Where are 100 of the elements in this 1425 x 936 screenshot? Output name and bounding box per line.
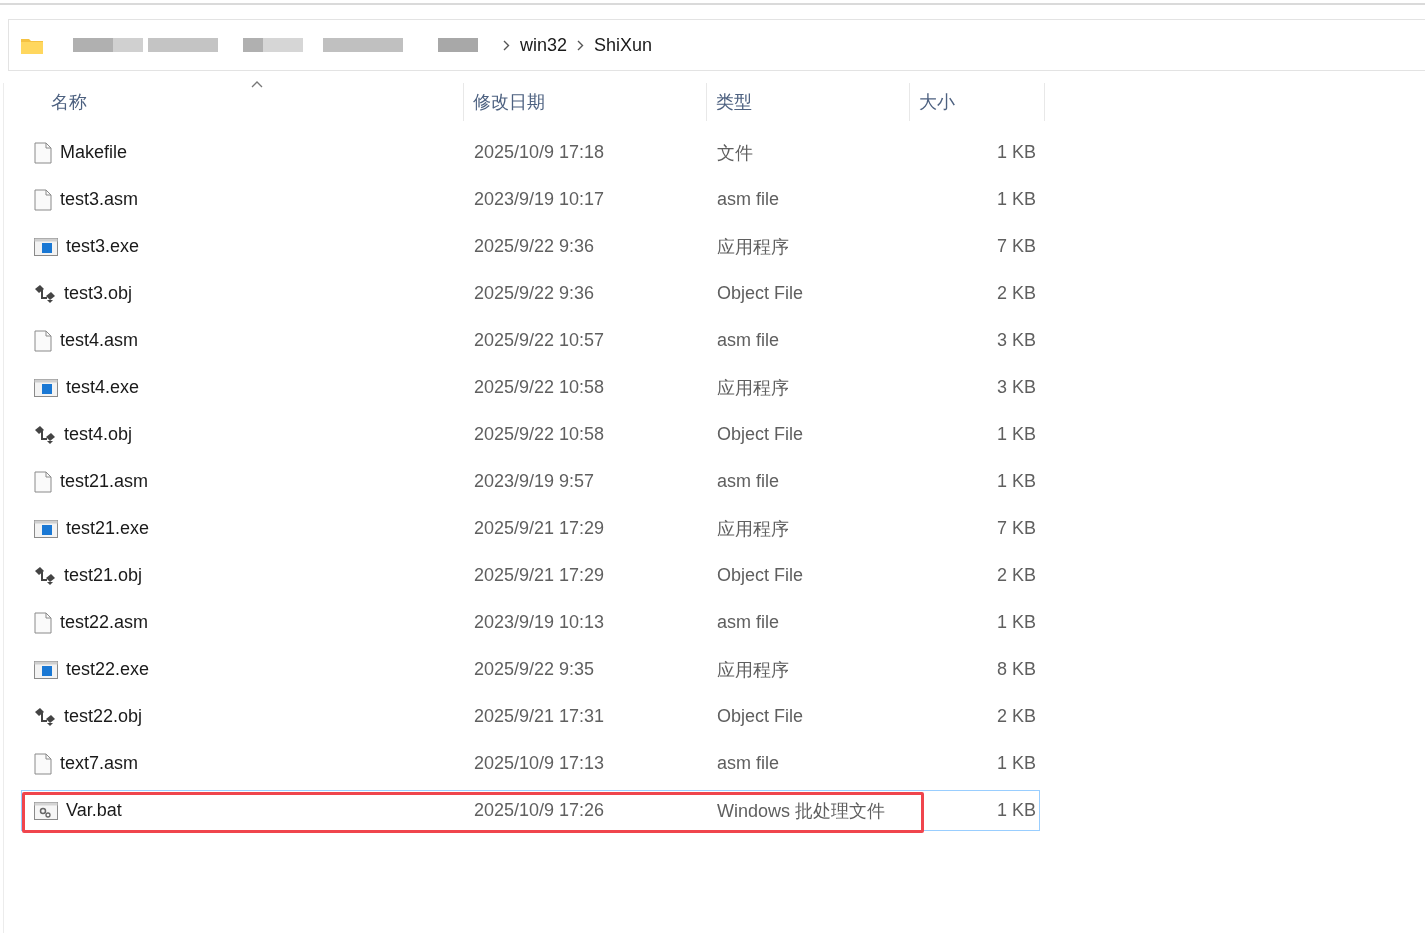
file-name: test22.obj — [64, 706, 143, 727]
file-row[interactable]: test21.obj 2025/9/21 17:29 Object File 2 KB — [21, 555, 1040, 596]
file-size: 8 KB — [995, 659, 1037, 680]
file-icon — [34, 141, 52, 164]
file-name: test4.asm — [60, 330, 139, 351]
application-window-icon — [34, 378, 58, 397]
file-row[interactable]: test22.obj 2025/9/21 17:31 Object File 2 KB — [21, 696, 1040, 737]
file-icon — [34, 470, 52, 493]
file-size: 2 KB — [995, 565, 1037, 586]
file-row[interactable]: test3.exe 2025/9/22 9:36 应用程序 7 KB — [21, 226, 1040, 267]
file-row[interactable]: test4.obj 2025/9/22 10:58 Object File 1 KB — [21, 414, 1040, 455]
file-row[interactable]: Var.bat 2025/10/9 17:26 Windows 批处理文件 1 KB — [21, 790, 1040, 831]
modified-date: 2025/9/21 17:29 — [473, 565, 606, 586]
application-window-icon — [34, 519, 58, 538]
modified-date: 2025/9/22 9:36 — [473, 236, 596, 257]
column-header[interactable]: 名称 — [21, 83, 464, 121]
file-type: asm file — [716, 471, 780, 492]
connected-nodes-icon — [34, 283, 56, 304]
modified-date: 2023/9/19 9:57 — [473, 471, 596, 492]
file-name: test4.exe — [66, 377, 140, 398]
file-icon — [34, 188, 52, 211]
file-type: asm file — [716, 330, 780, 351]
file-type: asm file — [716, 189, 780, 210]
file-type: Object File — [716, 424, 805, 445]
chevron-right-icon — [503, 39, 510, 51]
sort-caret-icon — [250, 81, 263, 88]
modified-date: 2025/10/9 17:26 — [473, 800, 606, 821]
application-window-icon — [34, 660, 58, 679]
file-size: 1 KB — [995, 612, 1037, 633]
modified-date: 2025/10/9 17:18 — [473, 142, 606, 163]
file-row[interactable]: text7.asm 2025/10/9 17:13 asm file 1 KB — [21, 743, 1040, 784]
modified-date: 2025/9/21 17:31 — [473, 706, 606, 727]
file-size: 7 KB — [995, 236, 1037, 257]
file-row[interactable]: test3.obj 2025/9/22 9:36 Object File 2 KB — [21, 273, 1040, 314]
file-type: asm file — [716, 753, 780, 774]
file-size: 1 KB — [995, 753, 1037, 774]
file-row[interactable]: Makefile 2025/10/9 17:18 文件 1 KB — [21, 132, 1040, 173]
column-header[interactable]: 修改日期 — [464, 83, 707, 121]
connected-nodes-icon — [34, 565, 56, 586]
file-type: 应用程序 — [716, 376, 790, 400]
gear-window-icon — [34, 801, 58, 820]
modified-date: 2025/9/22 10:58 — [473, 377, 606, 398]
breadcrumb-item[interactable]: ShiXun — [594, 34, 653, 56]
connected-nodes-icon — [34, 706, 56, 727]
file-type: asm file — [716, 612, 780, 633]
file-row[interactable]: test4.exe 2025/9/22 10:58 应用程序 3 KB — [21, 367, 1040, 408]
modified-date: 2023/9/19 10:13 — [473, 612, 606, 633]
file-row[interactable]: test22.asm 2023/9/19 10:13 asm file 1 KB — [21, 602, 1040, 643]
file-type: 文件 — [716, 141, 754, 165]
file-size: 1 KB — [995, 189, 1037, 210]
file-size: 3 KB — [995, 330, 1037, 351]
file-type: Object File — [716, 565, 805, 586]
modified-date: 2025/9/21 17:29 — [473, 518, 606, 539]
file-name: test22.exe — [66, 659, 150, 680]
application-window-icon — [34, 237, 58, 256]
modified-date: 2025/9/22 9:36 — [473, 283, 596, 304]
file-name: test21.obj — [64, 565, 143, 586]
file-icon — [34, 752, 52, 775]
file-name: Makefile — [60, 142, 128, 163]
file-type: 应用程序 — [716, 517, 790, 541]
file-name: test3.obj — [64, 283, 133, 304]
file-name: test3.exe — [66, 236, 140, 257]
file-name: test21.asm — [60, 471, 149, 492]
file-row[interactable]: test21.exe 2025/9/21 17:29 应用程序 7 KB — [21, 508, 1040, 549]
modified-date: 2023/9/19 10:17 — [473, 189, 606, 210]
file-type: Object File — [716, 706, 805, 727]
file-name: text7.asm — [60, 753, 139, 774]
file-row[interactable]: test3.asm 2023/9/19 10:17 asm file 1 KB — [21, 179, 1040, 220]
file-row[interactable]: test21.asm 2023/9/19 9:57 asm file 1 KB — [21, 461, 1040, 502]
file-size: 1 KB — [995, 800, 1037, 821]
file-row[interactable]: test4.asm 2025/9/22 10:57 asm file 3 KB — [21, 320, 1040, 361]
file-size: 1 KB — [995, 142, 1037, 163]
file-size: 2 KB — [995, 283, 1037, 304]
file-size: 7 KB — [995, 518, 1037, 539]
file-type: 应用程序 — [716, 235, 790, 259]
file-type: Object File — [716, 283, 805, 304]
modified-date: 2025/9/22 10:57 — [473, 330, 606, 351]
modified-date: 2025/9/22 9:35 — [473, 659, 596, 680]
file-row[interactable]: test22.exe 2025/9/22 9:35 应用程序 8 KB — [21, 649, 1040, 690]
modified-date: 2025/9/22 10:58 — [473, 424, 606, 445]
modified-date: 2025/10/9 17:13 — [473, 753, 606, 774]
file-name: Var.bat — [66, 800, 122, 821]
chevron-right-icon — [577, 39, 585, 51]
file-size: 2 KB — [995, 706, 1037, 727]
file-name: test22.asm — [60, 612, 149, 633]
connected-nodes-icon — [34, 424, 56, 445]
file-type: 应用程序 — [716, 658, 790, 682]
folder-icon — [21, 36, 43, 54]
file-name: test3.asm — [60, 189, 139, 210]
file-size: 1 KB — [995, 471, 1037, 492]
breadcrumb-item[interactable]: win32 — [520, 34, 568, 56]
file-size: 3 KB — [995, 377, 1037, 398]
file-icon — [34, 611, 52, 634]
file-size: 1 KB — [995, 424, 1037, 445]
column-header[interactable]: 类型 — [707, 83, 910, 121]
column-header[interactable]: 大小 — [910, 83, 1045, 121]
address-bar[interactable]: win32 ShiXun — [8, 19, 1425, 71]
file-name: test4.obj — [64, 424, 133, 445]
file-icon — [34, 329, 52, 352]
file-name: test21.exe — [66, 518, 150, 539]
